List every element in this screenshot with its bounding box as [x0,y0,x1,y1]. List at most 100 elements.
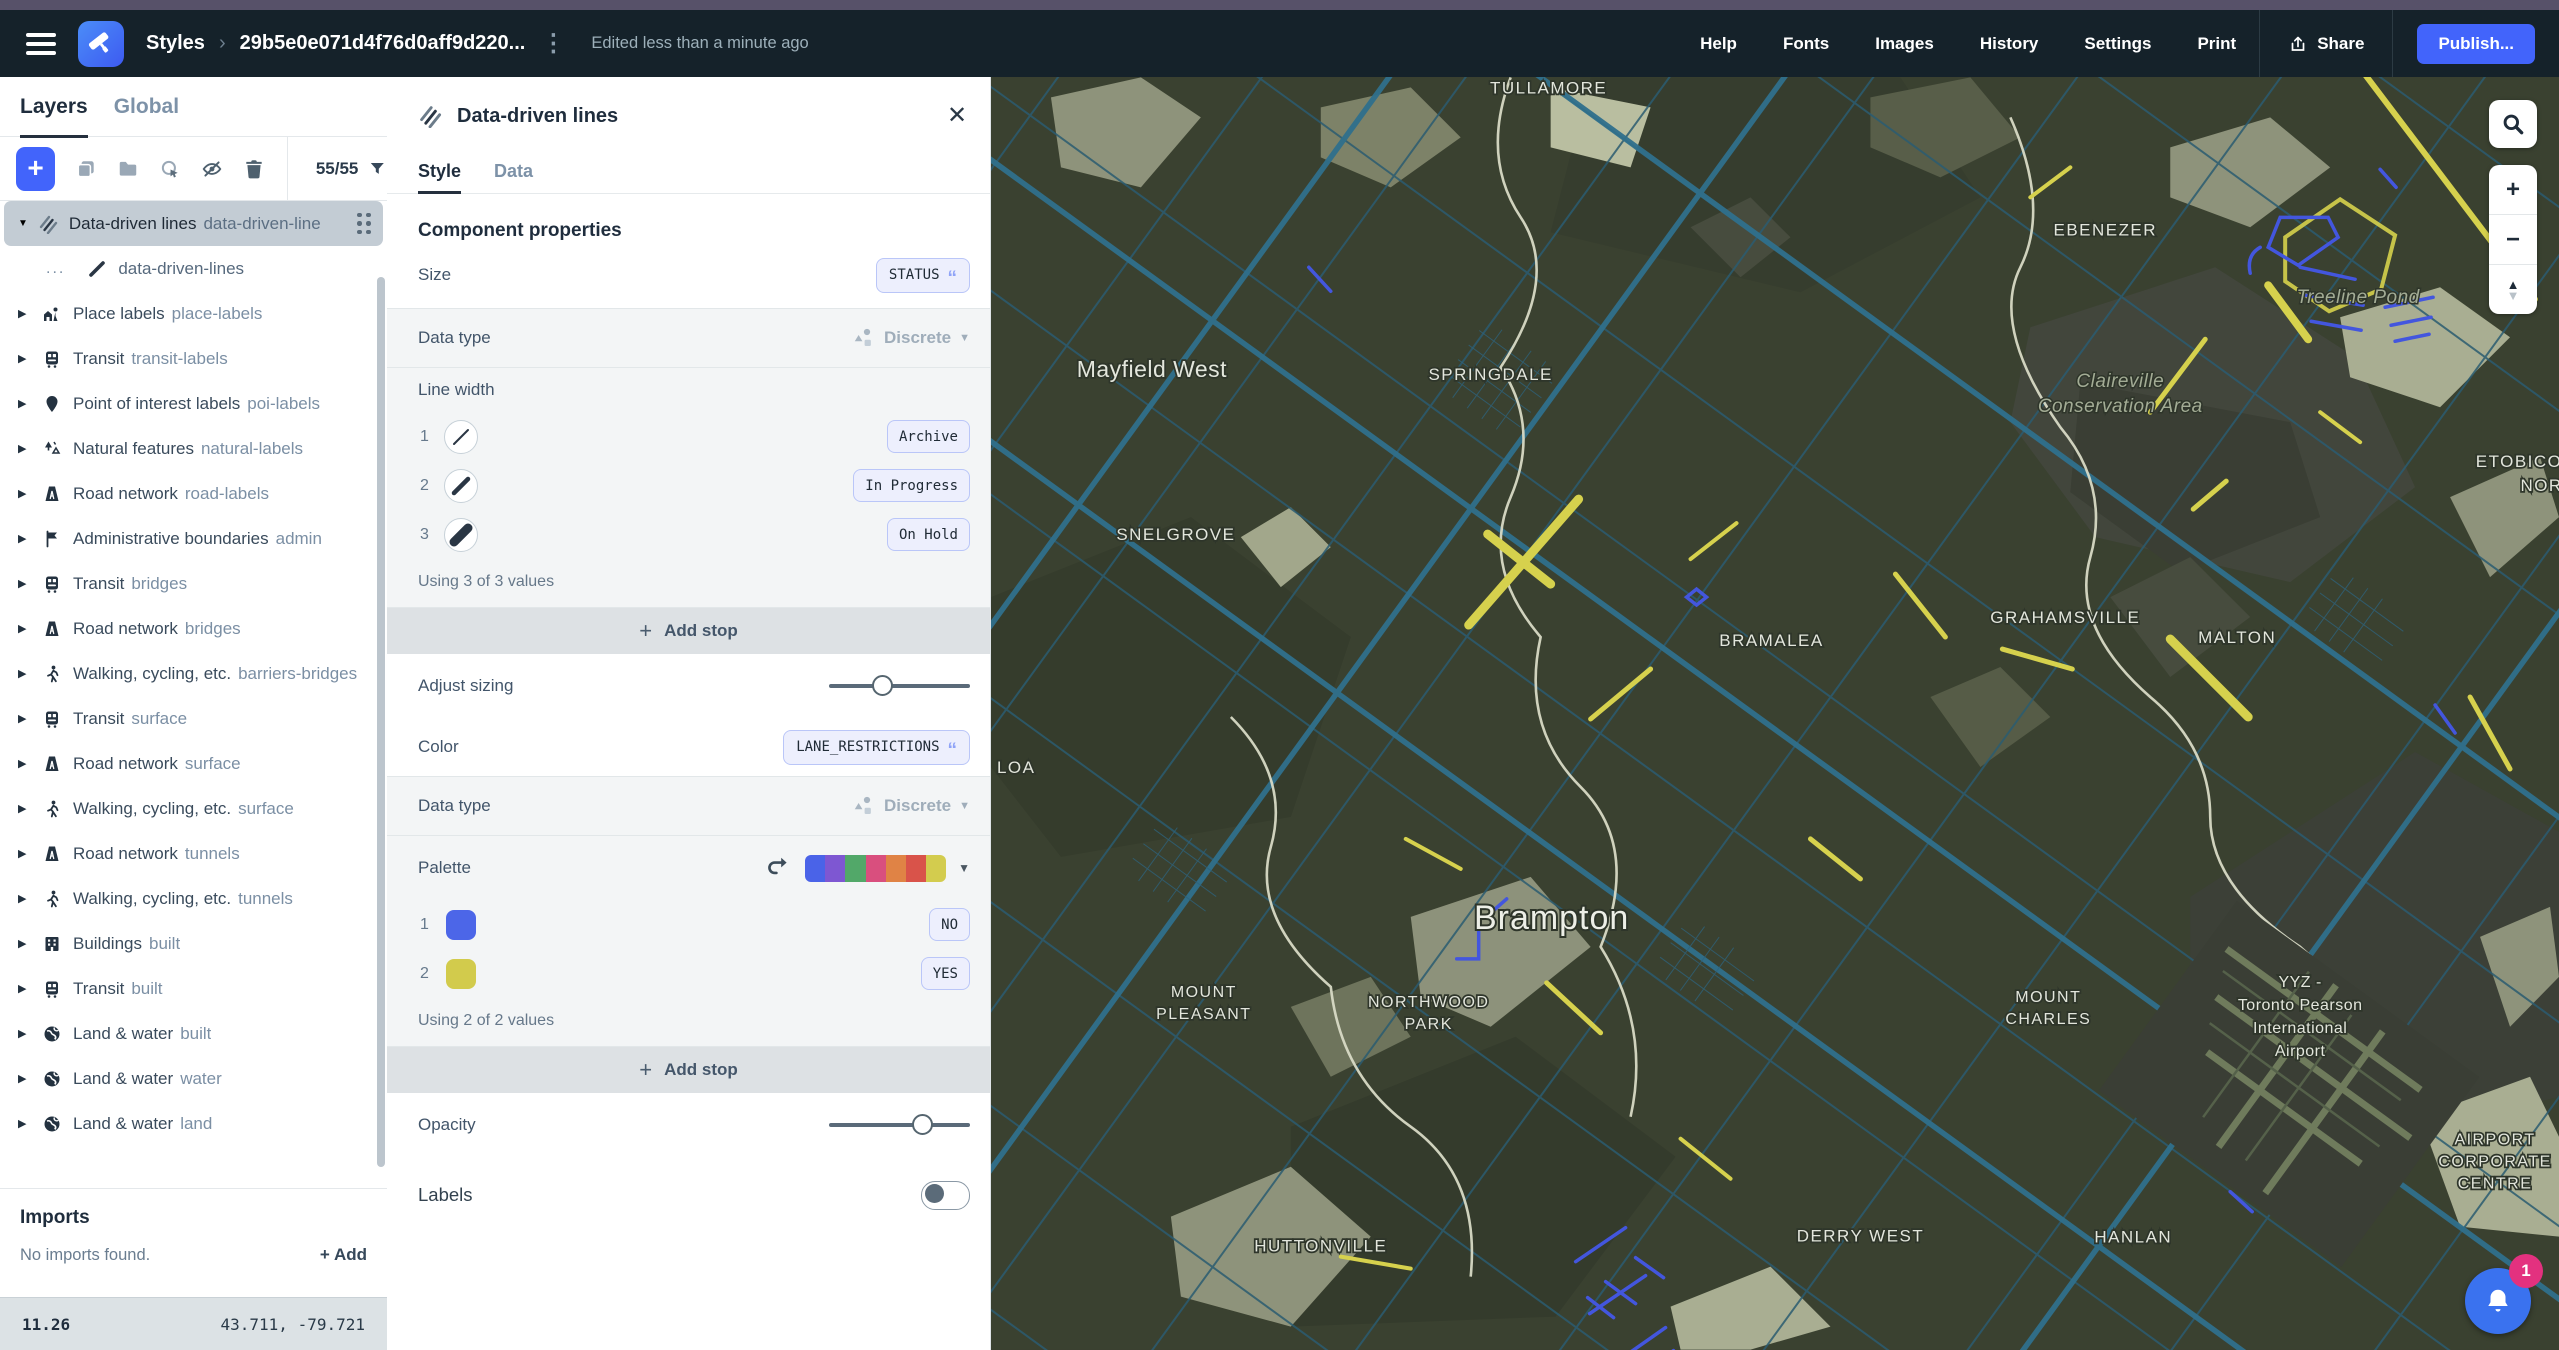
color-swatch[interactable] [446,958,476,989]
size-stop-row: 1 Archive [387,412,990,461]
filter-layers-icon[interactable] [368,158,387,180]
drag-handle[interactable] [357,212,371,235]
sidebar-scrollbar[interactable] [377,277,385,1167]
caret-right-icon[interactable]: ▶ [18,892,32,905]
caret-right-icon[interactable]: ▶ [18,442,32,455]
nav-history[interactable]: History [1980,34,2039,54]
nav-settings[interactable]: Settings [2084,34,2151,54]
mapbox-studio-logo[interactable] [78,20,124,67]
layer-row[interactable]: ▶ Buildings built [0,921,387,966]
size-using-text: Using 3 of 3 values [418,573,555,590]
layer-row[interactable]: ▶ Road network road-labels [0,471,387,516]
stop-value-chip[interactable]: Archive [886,420,970,453]
caret-right-icon[interactable]: ▶ [18,1117,32,1130]
caret-right-icon[interactable]: ▶ [18,937,32,950]
layer-row[interactable]: ▶ Natural features natural-labels [0,426,387,471]
caret-right-icon[interactable]: ▶ [18,982,32,995]
nav-images[interactable]: Images [1875,34,1934,54]
line-width-preview[interactable] [444,419,478,454]
add-layer-button[interactable]: + [16,146,56,191]
tab-data[interactable]: Data [494,149,533,193]
layer-row[interactable]: ▶ Walking, cycling, etc. surface [0,786,387,831]
transit-icon [42,349,62,369]
hamburger-menu-icon[interactable] [26,32,56,55]
size-data-type-dropdown[interactable]: Discrete ▼ [852,326,970,350]
publish-button[interactable]: Publish... [2417,23,2535,64]
nav-fonts[interactable]: Fonts [1783,34,1829,54]
layer-row[interactable]: ▶ Walking, cycling, etc. barriers-bridges [0,651,387,696]
tab-layers[interactable]: Layers [20,77,88,138]
close-panel-icon[interactable]: ✕ [944,103,970,129]
map-canvas[interactable]: TULLAMORE EBENEZER Treeline Pond Mayfiel… [991,77,2559,1350]
color-field-chip[interactable]: LANE_RESTRICTIONS “ [783,729,970,765]
color-add-stop-button[interactable]: + Add stop [387,1047,990,1093]
breadcrumb-style-id[interactable]: 29b5e0e071d4f76d0aff9d220... [240,32,526,55]
chevron-down-icon[interactable]: ▼ [958,861,970,875]
size-field-chip[interactable]: STATUS “ [875,257,970,293]
stop-value-chip[interactable]: On Hold [886,518,970,551]
caret-right-icon[interactable]: ▶ [18,712,32,725]
zoom-in-button[interactable]: + [2489,165,2537,214]
color-swatch[interactable] [446,909,476,940]
caret-right-icon[interactable]: ▶ [18,622,32,635]
layer-row-child[interactable]: ... data-driven-lines [0,246,387,291]
adjust-sizing-slider[interactable] [829,675,970,697]
nav-print[interactable]: Print [2197,34,2236,54]
palette-strip[interactable] [805,854,947,882]
caret-right-icon[interactable]: ▶ [18,487,32,500]
line-width-preview[interactable] [444,468,478,503]
stop-value-chip[interactable]: In Progress [853,469,970,502]
layer-row-selected[interactable]: ▼ Data-driven lines data-driven-line [4,201,383,246]
stop-value-chip[interactable]: NO [929,908,970,941]
breadcrumb-styles[interactable]: Styles [146,32,205,55]
compass-button[interactable]: ▲ ▼ [2489,264,2537,314]
nav-help[interactable]: Help [1700,34,1737,54]
map-search-button[interactable] [2489,100,2537,148]
caret-right-icon[interactable]: ▶ [18,352,32,365]
caret-right-icon[interactable]: ▶ [18,307,32,320]
add-import-button[interactable]: + Add [320,1245,367,1265]
layer-row[interactable]: ▶ Road network bridges [0,606,387,651]
caret-right-icon[interactable]: ▶ [18,532,32,545]
tab-style[interactable]: Style [418,149,462,194]
layer-row[interactable]: ▶ Walking, cycling, etc. tunnels [0,876,387,921]
caret-right-icon[interactable]: ▶ [18,1027,32,1040]
notification-badge[interactable]: 1 [2509,1254,2543,1288]
opacity-slider[interactable] [829,1114,970,1136]
color-data-type-dropdown[interactable]: Discrete ▼ [852,794,970,818]
layer-row[interactable]: ▶ Transit surface [0,696,387,741]
line-width-preview[interactable] [444,517,478,552]
hide-layer-icon[interactable] [201,156,223,182]
group-layers-icon[interactable] [117,156,139,182]
reverse-palette-icon[interactable] [765,856,789,880]
caret-right-icon[interactable]: ▶ [18,847,32,860]
layer-row[interactable]: ▶ Point of interest labels poi-labels [0,381,387,426]
delete-layer-icon[interactable] [243,156,265,182]
caret-right-icon[interactable]: ▶ [18,1072,32,1085]
layer-row[interactable]: ▶ Land & water water [0,1056,387,1101]
caret-right-icon[interactable]: ▶ [18,397,32,410]
layer-row[interactable]: ▶ Transit bridges [0,561,387,606]
layer-row[interactable]: ▶ Road network tunnels [0,831,387,876]
layer-row[interactable]: ▶ Administrative boundaries admin [0,516,387,561]
caret-right-icon[interactable]: ▶ [18,802,32,815]
layer-row[interactable]: ▶ Land & water land [0,1101,387,1146]
labels-toggle[interactable] [921,1180,970,1210]
caret-down-icon[interactable]: ▼ [18,218,28,229]
layer-row[interactable]: ▶ Transit built [0,966,387,1011]
stop-value-chip[interactable]: YES [920,957,970,990]
style-menu-dots-icon[interactable]: ⋮ [541,29,565,58]
size-add-stop-button[interactable]: + Add stop [387,608,990,654]
tab-global[interactable]: Global [114,77,179,136]
layer-row[interactable]: ▶ Transit transit-labels [0,336,387,381]
select-on-map-icon[interactable] [159,156,181,182]
share-button[interactable]: Share [2288,34,2364,54]
layer-row[interactable]: ▶ Land & water built [0,1011,387,1056]
layer-row[interactable]: ▶ Place labels place-labels [0,291,387,336]
layer-row[interactable]: ▶ Road network surface [0,741,387,786]
zoom-out-button[interactable]: − [2489,214,2537,264]
caret-right-icon[interactable]: ▶ [18,757,32,770]
duplicate-layer-icon[interactable] [75,156,97,182]
caret-right-icon[interactable]: ▶ [18,667,32,680]
caret-right-icon[interactable]: ▶ [18,577,32,590]
